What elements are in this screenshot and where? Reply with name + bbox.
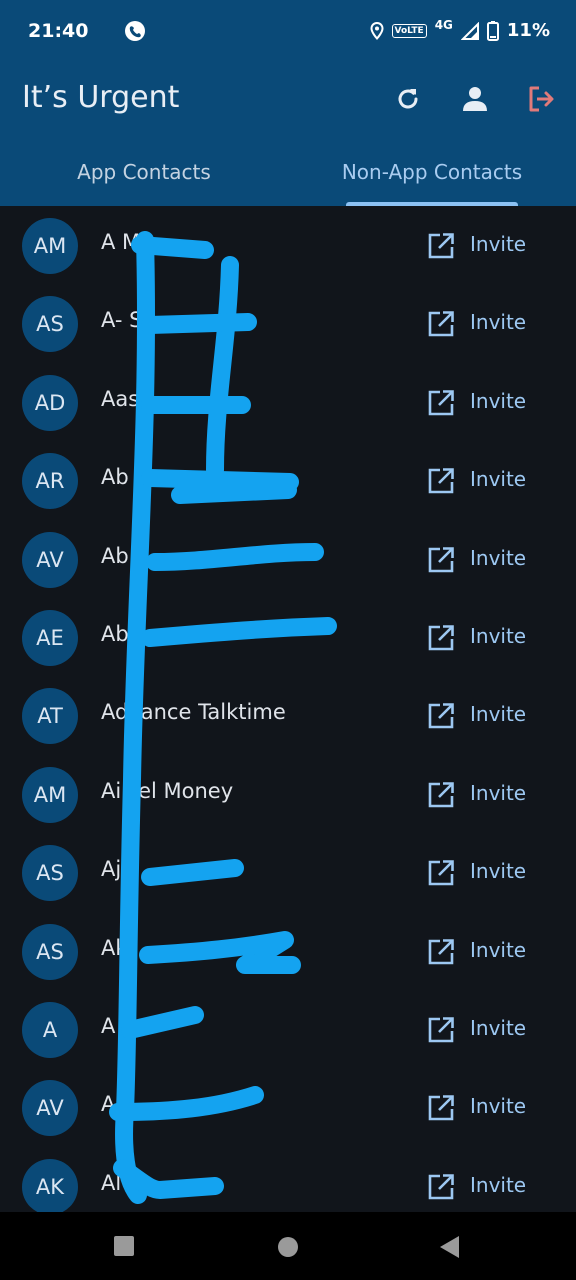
network-type: 4G — [434, 17, 453, 32]
contact-row[interactable]: AS Ak Invite — [0, 912, 576, 990]
invite-button[interactable]: Invite — [470, 389, 526, 413]
invite-button[interactable]: Invite — [470, 702, 526, 726]
invite-button[interactable]: Invite — [470, 546, 526, 570]
open-external-icon[interactable] — [427, 702, 455, 730]
invite-button[interactable]: Invite — [470, 859, 526, 883]
status-time: 21:40 — [28, 20, 89, 42]
open-external-icon[interactable] — [427, 781, 455, 809]
status-bar: 21:40 VoLTE 4G 11% — [0, 0, 576, 64]
battery-icon — [486, 20, 499, 41]
contact-row[interactable]: AM A M Invite — [0, 206, 576, 284]
profile-icon[interactable] — [460, 84, 490, 114]
open-external-icon[interactable] — [427, 1173, 455, 1201]
logout-icon[interactable] — [526, 84, 556, 114]
contact-name: Ab — [101, 543, 129, 568]
status-indicators: VoLTE 4G 11% — [369, 17, 550, 41]
location-icon — [369, 21, 384, 40]
tab-non-app-contacts[interactable]: Non-App Contacts — [288, 150, 576, 206]
open-external-icon[interactable] — [427, 1016, 455, 1044]
app-title: It’s Urgent — [22, 80, 180, 115]
open-external-icon[interactable] — [427, 389, 455, 417]
invite-button[interactable]: Invite — [470, 232, 526, 256]
open-external-icon[interactable] — [427, 232, 455, 260]
open-external-icon[interactable] — [427, 310, 455, 338]
contact-row[interactable]: AS A- S Invite — [0, 284, 576, 362]
invite-button[interactable]: Invite — [470, 467, 526, 491]
contact-avatar: A — [22, 1001, 78, 1058]
contact-avatar: AV — [22, 1080, 78, 1137]
contact-row[interactable]: AR Ab Invite — [0, 441, 576, 519]
invite-button[interactable]: Invite — [470, 310, 526, 334]
notification-app-icon — [125, 21, 145, 41]
contact-row[interactable]: AE Ab Invite — [0, 598, 576, 676]
contact-row[interactable]: AD Aas Invite — [0, 363, 576, 441]
contact-name: A — [101, 1092, 116, 1117]
contact-name: Al — [101, 1170, 122, 1195]
home-icon[interactable] — [277, 1236, 299, 1258]
contact-row[interactable]: A A Invite — [0, 990, 576, 1068]
contact-name: A- S — [101, 308, 143, 333]
invite-button[interactable]: Invite — [470, 1016, 526, 1040]
contact-name: Ak — [101, 935, 128, 960]
system-nav-bar — [0, 1212, 576, 1280]
contact-avatar: AV — [22, 531, 78, 588]
app-bar: It’s Urgent App Contacts Non-App Contact… — [0, 64, 576, 206]
open-external-icon[interactable] — [427, 624, 455, 652]
tab-app-contacts[interactable]: App Contacts — [0, 150, 288, 206]
contact-avatar: AM — [22, 218, 78, 274]
contact-name: Advance Talktime — [101, 700, 286, 725]
invite-button[interactable]: Invite — [470, 938, 526, 962]
contact-row[interactable]: AS Aj Invite — [0, 833, 576, 911]
contact-name: Aas — [101, 386, 140, 411]
contact-list[interactable]: AM A M Invite AS A- S Invite AD Aas Invite AR Ab In… — [0, 206, 576, 1212]
contact-avatar: AS — [22, 923, 78, 980]
back-icon[interactable] — [440, 1236, 460, 1258]
open-external-icon[interactable] — [427, 546, 455, 574]
contact-avatar: AK — [22, 1158, 78, 1212]
contact-name: Ab — [101, 621, 129, 646]
contact-name: Airtel Money — [101, 778, 234, 803]
open-external-icon[interactable] — [427, 938, 455, 966]
recents-icon[interactable] — [114, 1236, 134, 1256]
contact-avatar: AR — [22, 453, 78, 510]
invite-button[interactable]: Invite — [470, 1173, 526, 1197]
battery-percent: 11% — [506, 20, 550, 41]
open-external-icon[interactable] — [427, 1094, 455, 1122]
invite-button[interactable]: Invite — [470, 781, 526, 805]
tab-bar: App Contacts Non-App Contacts — [0, 150, 576, 206]
contact-name: Ab — [101, 465, 129, 490]
contact-row[interactable]: AT Advance Talktime Invite — [0, 676, 576, 754]
contact-name: A — [101, 1013, 116, 1038]
contact-name: A M — [101, 230, 141, 254]
contact-avatar: AD — [22, 374, 78, 431]
contact-avatar: AT — [22, 688, 78, 745]
open-external-icon[interactable] — [427, 859, 455, 887]
contact-row[interactable]: AV A Invite — [0, 1068, 576, 1146]
volte-badge: VoLTE — [391, 23, 427, 38]
refresh-icon[interactable] — [393, 84, 423, 114]
invite-button[interactable]: Invite — [470, 1094, 526, 1118]
contact-name: Aj — [101, 857, 122, 882]
open-external-icon[interactable] — [427, 467, 455, 495]
invite-button[interactable]: Invite — [470, 624, 526, 648]
contact-row[interactable]: AM Airtel Money Invite — [0, 755, 576, 833]
contact-avatar: AS — [22, 845, 78, 902]
contact-avatar: AE — [22, 609, 78, 666]
contact-avatar: AS — [22, 296, 78, 353]
signal-icon — [460, 21, 479, 40]
contact-row[interactable]: AV Ab Invite — [0, 520, 576, 598]
contact-avatar: AM — [22, 766, 78, 823]
contact-row[interactable]: AK Al Invite — [0, 1147, 576, 1212]
